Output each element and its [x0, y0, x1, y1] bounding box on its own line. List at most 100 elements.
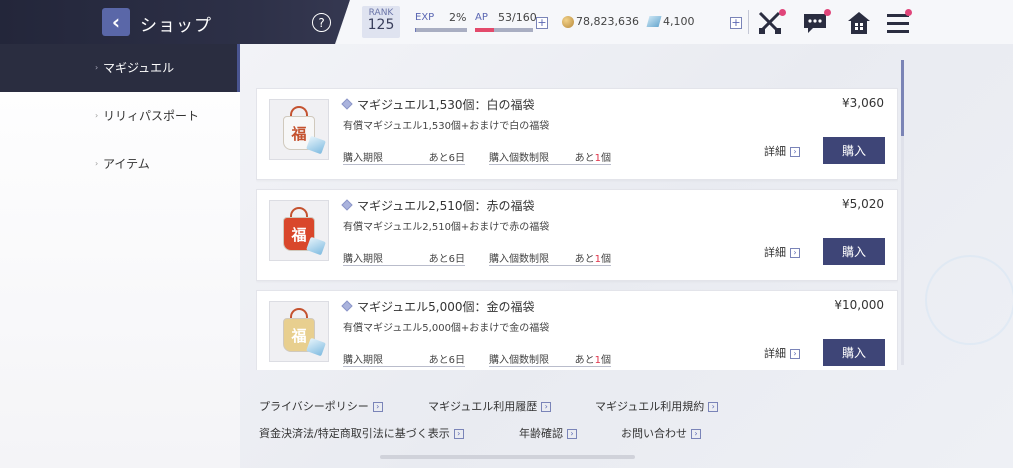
footer-link-label: マギジュエル利用履歴: [428, 400, 538, 413]
exp-bar: [415, 28, 467, 32]
footer-link-privacy[interactable]: プライバシーポリシー ›: [259, 398, 383, 414]
diamond-bullet-icon: [341, 199, 353, 211]
jewel-value: 4,100: [663, 15, 695, 28]
chevron-left-icon: ‹: [111, 10, 121, 34]
help-button[interactable]: ?: [312, 13, 331, 32]
back-button[interactable]: ‹: [102, 8, 130, 36]
exp-bar-fill: [415, 28, 417, 32]
period-value: あと6日: [428, 355, 465, 366]
jewel-plus-button[interactable]: +: [730, 17, 742, 29]
detail-link[interactable]: 詳細 ›: [764, 244, 800, 260]
notification-dot: [905, 9, 912, 16]
limit-value: あと1個: [575, 351, 611, 366]
limit-value: あと1個: [575, 250, 611, 265]
product-card: 福 マギジュエル1,530個：白の福袋 ¥3,060 有償マギジュエル1,530…: [256, 88, 898, 180]
chevron-right-icon: ›: [95, 63, 99, 72]
category-sidebar: › マギジュエル › リリィパスポート › アイテム: [0, 44, 240, 468]
product-description: 有償マギジュエル2,510個+おまけで赤の福袋: [343, 222, 550, 233]
limit-label: 購入個数制限: [489, 153, 549, 164]
background-decoration: [925, 255, 1013, 345]
chevron-right-icon: ›: [541, 402, 552, 412]
period-value: あと6日: [428, 254, 465, 265]
detail-label: 詳細: [764, 347, 786, 360]
buy-button[interactable]: 購入: [823, 137, 885, 164]
detail-link[interactable]: 詳細 ›: [764, 143, 800, 159]
ap-plus-button[interactable]: +: [536, 17, 548, 29]
home-icon[interactable]: [846, 10, 872, 36]
chevron-right-icon: ›: [790, 349, 800, 359]
sidebar-item-magi-jewel[interactable]: › マギジュエル: [0, 44, 240, 92]
limit-suffix: 個: [601, 254, 611, 265]
coin-value: 78,823,636: [576, 15, 639, 28]
page-title: ショップ: [140, 16, 212, 36]
rank-value: 125: [367, 17, 395, 33]
sidebar-item-label: リリィパスポート: [103, 109, 200, 123]
chevron-right-icon: ›: [708, 402, 719, 412]
limit-prefix: あと: [574, 254, 595, 265]
chevron-right-icon: ›: [790, 248, 800, 258]
chevron-right-icon: ›: [372, 402, 383, 412]
sidebar-item-label: アイテム: [103, 157, 150, 171]
limit-label: 購入個数制限: [489, 355, 549, 366]
footer-link-usage-history[interactable]: マギジュエル利用履歴 ›: [428, 398, 552, 414]
chevron-right-icon: ›: [95, 159, 99, 168]
period-label: 購入期限: [343, 355, 383, 366]
footer-link-age-verification[interactable]: 年齢確認 ›: [519, 425, 577, 441]
footer-link-label: 年齢確認: [519, 427, 563, 440]
header-divider: [748, 10, 749, 34]
footer-link-legal-notice[interactable]: 資金決済法/特定商取引法に基づく表示 ›: [259, 425, 464, 441]
product-price: ¥10,000: [834, 298, 884, 312]
product-description: 有償マギジュエル1,530個+おまけで白の福袋: [343, 121, 550, 132]
ap-bar: [475, 28, 533, 32]
product-price: ¥3,060: [842, 96, 884, 110]
sidebar-item-items[interactable]: › アイテム: [0, 140, 240, 188]
limit-prefix: あと: [574, 355, 595, 366]
ap-value: 53/160: [498, 11, 537, 24]
sidebar-item-label: マギジュエル: [103, 61, 175, 75]
detail-link[interactable]: 詳細 ›: [764, 345, 800, 361]
gem-icon: [306, 337, 326, 357]
exp-value: 2%: [449, 11, 467, 24]
buy-button[interactable]: 購入: [823, 339, 885, 366]
gem-icon: [306, 236, 326, 256]
detail-label: 詳細: [764, 246, 786, 259]
notification-dot: [779, 9, 786, 16]
product-thumbnail: 福: [269, 200, 329, 261]
exp-label: EXP: [415, 12, 435, 23]
footer-link-label: マギジュエル利用規約: [595, 400, 705, 413]
footer-link-terms[interactable]: マギジュエル利用規約 ›: [595, 398, 719, 414]
purchase-period: 購入期限 あと6日: [343, 149, 465, 165]
limit-label: 購入個数制限: [489, 254, 549, 265]
top-bar: ‹ ショップ ? RANK 125 EXP 2% AP 53/160 + 78,…: [0, 0, 1013, 44]
purchase-limit: 購入個数制限 あと1個: [489, 149, 611, 165]
product-name: マギジュエル1,530個：白の福袋: [357, 98, 535, 112]
notification-dot: [824, 9, 831, 16]
purchase-period: 購入期限 あと6日: [343, 250, 465, 266]
period-value: あと6日: [428, 153, 465, 164]
period-label: 購入期限: [343, 254, 383, 265]
diamond-bullet-icon: [341, 98, 353, 110]
footer-link-label: お問い合わせ: [621, 427, 687, 440]
chevron-right-icon: ›: [453, 429, 464, 439]
purchase-limit: 購入個数制限 あと1個: [489, 250, 611, 266]
detail-label: 詳細: [764, 145, 786, 158]
ap-bar-fill: [475, 28, 495, 32]
period-label: 購入期限: [343, 153, 383, 164]
product-name: マギジュエル5,000個：金の福袋: [357, 300, 535, 314]
rank-badge: RANK 125: [362, 6, 400, 38]
product-list[interactable]: 福 マギジュエル1,530個：白の福袋 ¥3,060 有償マギジュエル1,530…: [256, 84, 898, 370]
purchase-period: 購入期限 あと6日: [343, 351, 465, 367]
product-thumbnail: 福: [269, 99, 329, 160]
sidebar-item-lily-passport[interactable]: › リリィパスポート: [0, 92, 240, 140]
chevron-right-icon: ›: [691, 429, 701, 439]
scrollbar-thumb[interactable]: [901, 60, 904, 136]
footer-link-contact[interactable]: お問い合わせ ›: [621, 425, 701, 441]
product-name: マギジュエル2,510個：赤の福袋: [357, 199, 535, 213]
list-scrollbar[interactable]: [901, 60, 904, 365]
limit-suffix: 個: [601, 355, 611, 366]
diamond-bullet-icon: [341, 300, 353, 312]
purchase-limit: 購入個数制限 あと1個: [489, 351, 611, 367]
limit-value: あと1個: [575, 149, 611, 164]
product-thumbnail: 福: [269, 301, 329, 362]
buy-button[interactable]: 購入: [823, 238, 885, 265]
